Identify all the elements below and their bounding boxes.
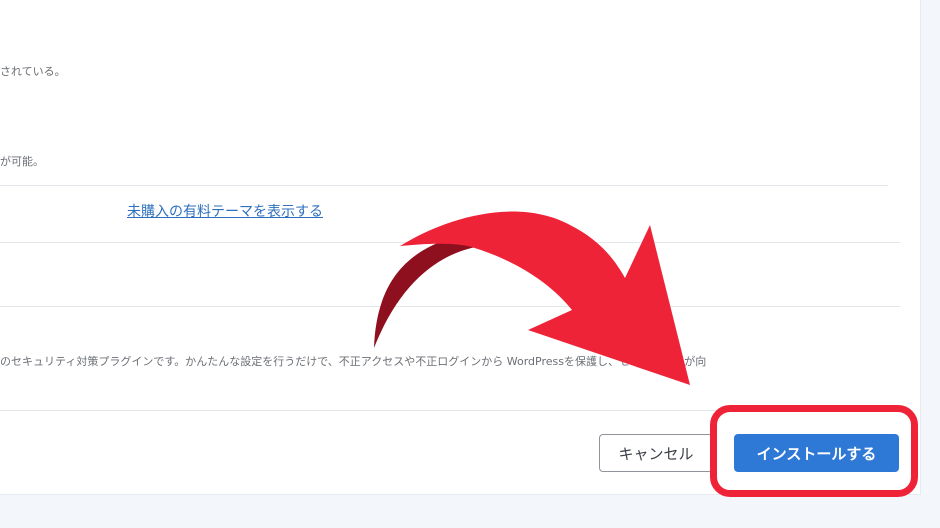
curved-arrow-annotation: [374, 211, 690, 385]
arrow-body: [400, 211, 690, 385]
arrow-shadow: [374, 239, 482, 348]
